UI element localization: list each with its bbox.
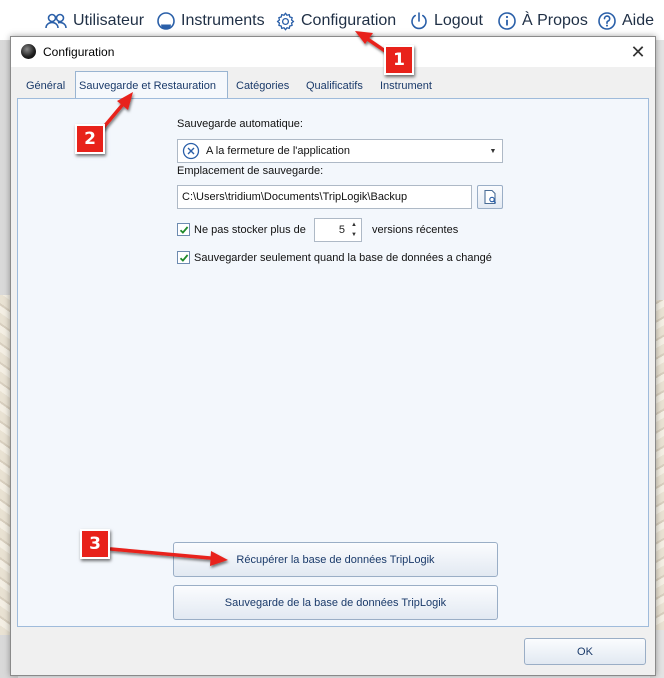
ok-button[interactable]: OK: [524, 638, 646, 665]
close-circle-icon: [182, 142, 200, 160]
backup-restore-panel: Sauvegarde automatique: A la fermeture d…: [17, 98, 649, 627]
restore-database-button[interactable]: Récupérer la base de données TripLogik: [173, 542, 498, 577]
tab-categories[interactable]: Catégories: [233, 75, 292, 97]
close-icon: ✕: [630, 41, 646, 62]
menu-logout-label: Logout: [434, 12, 483, 29]
auto-backup-value: A la fermeture de l'application: [206, 145, 350, 157]
menu-configuration-label: Configuration: [301, 12, 397, 29]
annotation-badge-3: 3: [80, 529, 110, 559]
only-changed-label: Sauvegarder seulement quand la base de d…: [194, 252, 492, 264]
stepper-buttons: ▲ ▼: [348, 220, 360, 240]
versions-value: 5: [338, 224, 345, 236]
menu-configuration[interactable]: Configuration: [275, 10, 396, 32]
app-menu-bar: Utilisateur Instruments Configuration Lo…: [0, 0, 664, 40]
tab-instrument[interactable]: Instrument: [377, 75, 435, 97]
backup-location-input[interactable]: C:\Users\tridium\Documents\TripLogik\Bac…: [177, 185, 472, 209]
checkmark-icon: [179, 253, 188, 262]
menu-user-label: Utilisateur: [73, 12, 145, 29]
browse-folder-button[interactable]: [477, 185, 503, 209]
gear-icon: [276, 12, 295, 30]
stepper-down-icon[interactable]: ▼: [348, 230, 360, 240]
dialog-footer: OK: [11, 629, 655, 675]
instruments-icon: [157, 12, 175, 30]
menu-instruments[interactable]: Instruments: [156, 10, 265, 32]
close-button[interactable]: ✕: [625, 39, 651, 65]
auto-backup-label: Sauvegarde automatique:: [177, 118, 303, 130]
menu-instruments-label: Instruments: [181, 12, 265, 29]
stepper-up-icon[interactable]: ▲: [348, 220, 360, 230]
users-icon: [45, 13, 67, 29]
tab-backup-restore[interactable]: Sauvegarde et Restauration: [75, 71, 228, 99]
limit-versions-prefix: Ne pas stocker plus de: [194, 224, 306, 236]
tab-qualifiers[interactable]: Qualificatifs: [303, 75, 366, 97]
configuration-dialog: Configuration ✕ Général Sauvegarde et Re…: [10, 36, 656, 676]
menu-about[interactable]: À Propos: [497, 10, 588, 32]
help-icon: [598, 12, 616, 30]
power-icon: [411, 12, 427, 30]
versions-stepper[interactable]: 5 ▲ ▼: [314, 218, 362, 242]
info-icon: [498, 12, 516, 30]
menu-help-label: Aide: [622, 12, 655, 29]
menu-user[interactable]: Utilisateur: [44, 10, 144, 32]
backup-location-label: Emplacement de sauvegarde:: [177, 165, 324, 177]
menu-about-label: À Propos: [522, 12, 588, 29]
backup-database-button[interactable]: Sauvegarde de la base de données TripLog…: [173, 585, 498, 620]
only-changed-checkbox[interactable]: [177, 251, 190, 264]
limit-versions-checkbox[interactable]: [177, 223, 190, 236]
tab-strip: Général Sauvegarde et Restauration Catég…: [11, 67, 655, 99]
menu-logout[interactable]: Logout: [409, 10, 483, 32]
chevron-down-icon[interactable]: ▼: [486, 142, 500, 160]
annotation-badge-2: 2: [75, 124, 105, 154]
app-logo-icon: [21, 44, 36, 59]
dialog-title: Configuration: [43, 45, 115, 59]
tab-general[interactable]: Général: [23, 75, 68, 97]
dialog-titlebar: Configuration ✕: [11, 37, 655, 67]
menu-help[interactable]: Aide: [597, 10, 654, 32]
checkmark-icon: [179, 225, 188, 234]
limit-versions-suffix: versions récentes: [372, 224, 459, 236]
annotation-badge-1: 1: [384, 45, 414, 75]
auto-backup-select[interactable]: A la fermeture de l'application ▼: [177, 139, 503, 163]
folder-browse-icon: [484, 189, 497, 205]
